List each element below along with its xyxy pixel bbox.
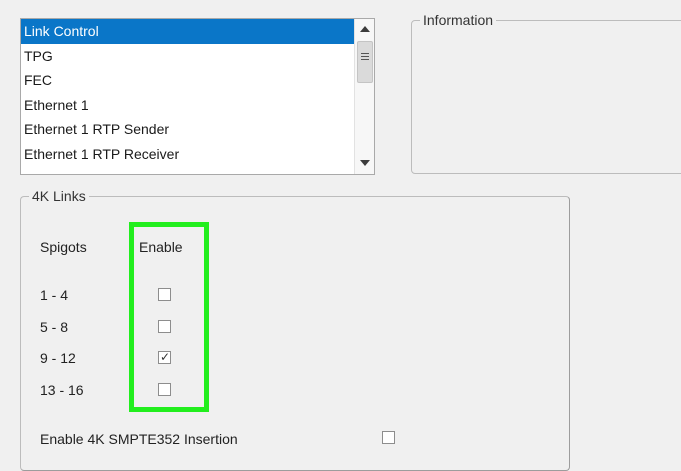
links-panel: 4K Links [20, 187, 570, 471]
grip-line [361, 56, 369, 57]
spigot-enable-checkbox[interactable]: ✓ [158, 351, 171, 364]
page-list-items: Link Control TPG FEC Ethernet 1 Ethernet 1 R… [21, 19, 354, 174]
smpte-insertion-label: Enable 4K SMPTE352 Insertion [40, 431, 238, 447]
scroll-thumb[interactable] [357, 41, 373, 83]
chevron-up-icon [360, 26, 370, 32]
chevron-down-icon [360, 160, 370, 166]
spigot-range-label: 13 - 16 [40, 382, 84, 398]
spigot-range-label: 5 - 8 [40, 319, 69, 335]
list-item[interactable]: Ethernet 1 RTP Receiver [21, 142, 354, 167]
scroll-down-button[interactable] [355, 153, 374, 171]
list-item[interactable]: Ethernet 1 RTP Sender [21, 117, 354, 142]
grip-line [361, 59, 369, 60]
smpte-insertion-checkbox[interactable] [382, 431, 395, 444]
list-item[interactable]: Link Control [21, 19, 354, 44]
vertical-scrollbar[interactable] [354, 19, 374, 174]
spigot-enable-checkbox[interactable] [158, 288, 171, 301]
information-panel: Information [411, 11, 681, 174]
grip-line [361, 53, 369, 54]
information-title: Information [420, 11, 497, 29]
spigot-range-label: 1 - 4 [40, 287, 69, 303]
spigot-range-label: 9 - 12 [40, 350, 76, 366]
list-item[interactable]: TPG [21, 44, 354, 69]
spigot-enable-checkbox[interactable] [158, 320, 171, 333]
enable-header: Enable [139, 239, 183, 255]
spigot-enable-checkbox[interactable] [158, 383, 171, 396]
links-title: 4K Links [29, 187, 89, 205]
spigots-header: Spigots [40, 239, 87, 255]
page-list[interactable]: Link Control TPG FEC Ethernet 1 Ethernet 1 R… [20, 18, 375, 175]
checkmark-icon: ✓ [160, 350, 171, 364]
list-item[interactable]: FEC [21, 68, 354, 93]
list-item[interactable]: Ethernet 1 [21, 93, 354, 118]
scroll-up-button[interactable] [355, 21, 374, 39]
